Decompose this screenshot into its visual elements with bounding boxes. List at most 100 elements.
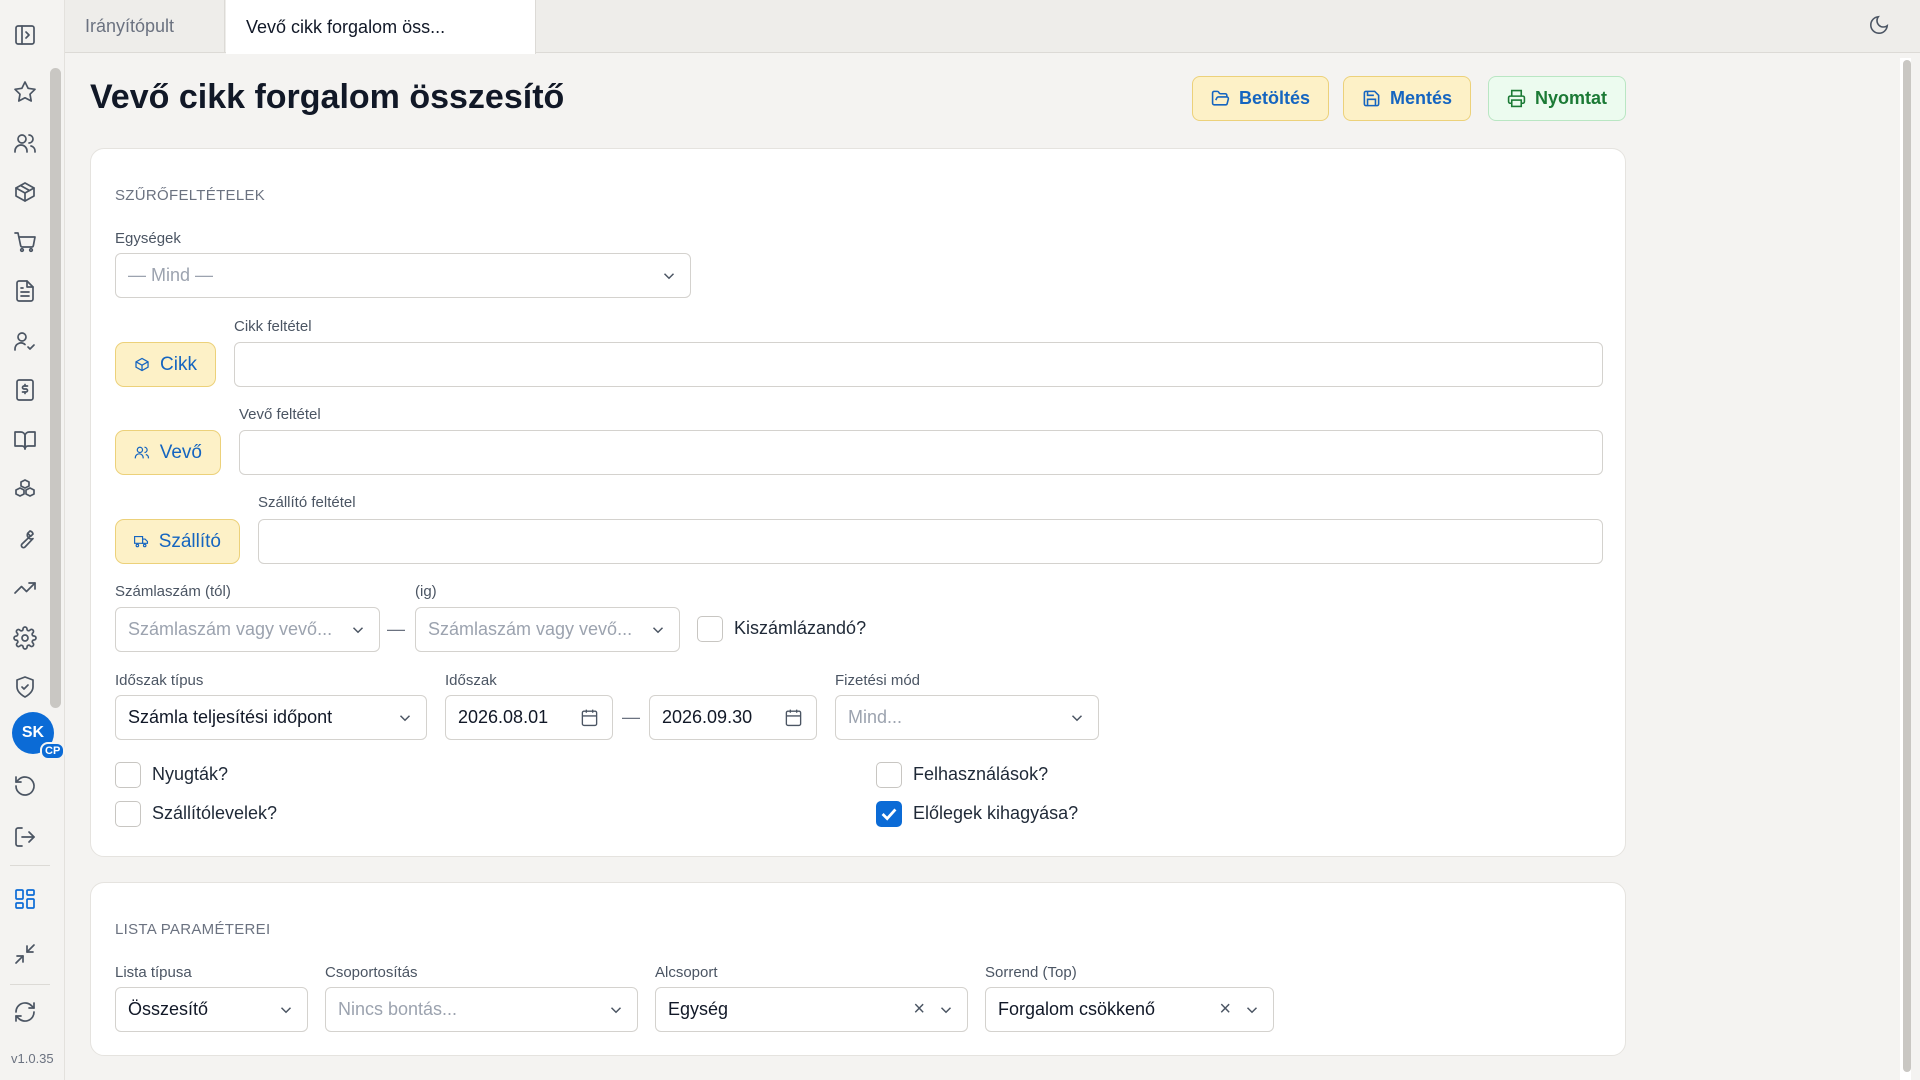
invoice-to-label: (ig) (415, 583, 437, 600)
star-icon[interactable] (12, 79, 38, 105)
filters-section-title: SZŰRŐFELTÉTELEK (115, 187, 266, 204)
range-separator: — (622, 707, 640, 727)
version-label: v1.0.35 (11, 1051, 54, 1066)
settings-icon[interactable] (12, 625, 38, 651)
order-select[interactable]: Forgalom csökkenő × (985, 987, 1274, 1032)
invoice-from-label: Számlaszám (tól) (115, 583, 231, 600)
period-type-select[interactable]: Számla teljesítési időpont (115, 695, 427, 740)
cart-icon[interactable] (12, 229, 38, 255)
receipts-checkbox[interactable] (115, 762, 141, 788)
clear-icon[interactable]: × (1219, 999, 1231, 1019)
calendar-icon[interactable] (580, 708, 600, 728)
load-button[interactable]: Betöltés (1192, 76, 1330, 121)
refresh-icon[interactable] (12, 999, 38, 1025)
chevron-down-icon (937, 1001, 955, 1019)
tab-customer-item-turnover[interactable]: Vevő cikk forgalom öss... (226, 0, 536, 54)
subgroup-select[interactable]: Egység × (655, 987, 968, 1032)
period-type-label: Időszak típus (115, 672, 204, 689)
delivery-notes-checkbox[interactable] (115, 801, 141, 827)
save-icon (1363, 90, 1380, 107)
chevron-down-icon (1068, 709, 1086, 727)
units-select[interactable]: — Mind — (115, 253, 691, 298)
chevron-down-icon (349, 621, 367, 639)
usages-checkbox[interactable] (876, 762, 902, 788)
usages-label: Felhasználások? (913, 764, 1049, 784)
period-label: Időszak (445, 672, 497, 689)
package-icon[interactable] (12, 179, 38, 205)
logout-icon[interactable] (12, 824, 38, 850)
to-invoice-checkbox[interactable] (697, 616, 723, 642)
save-button[interactable]: Mentés (1343, 76, 1472, 121)
filters-card: SZŰRŐFELTÉTELEK Egységek — Mind — Cikk C… (90, 148, 1626, 857)
sidebar-scrollbar[interactable] (50, 68, 61, 708)
chevron-down-icon (396, 709, 414, 727)
tab-bar: Irányítópult Vevő cikk forgalom öss... (65, 0, 1920, 54)
document-icon[interactable] (12, 278, 38, 304)
users-icon[interactable] (12, 130, 38, 156)
sidebar-divider (10, 865, 50, 866)
user-check-icon[interactable] (12, 328, 38, 354)
order-label: Sorrend (Top) (985, 964, 1077, 981)
truck-icon (134, 536, 149, 548)
list-params-card: LISTA PARAMÉTEREI Lista típusa Összesítő… (90, 882, 1626, 1056)
minimize-icon[interactable] (12, 941, 38, 967)
boxes-icon[interactable] (12, 476, 38, 502)
trending-up-icon[interactable] (12, 575, 38, 601)
grouping-label: Csoportosítás (325, 964, 418, 981)
chevron-down-icon (649, 621, 667, 639)
customer-button[interactable]: Vevő (115, 430, 221, 475)
sidebar-divider (10, 984, 50, 985)
page-scrollbar-thumb[interactable] (1903, 60, 1911, 1072)
invoice-icon[interactable] (12, 377, 38, 403)
skip-advances-label: Előlegek kihagyása? (913, 803, 1079, 823)
supplier-condition-label: Szállító feltétel (258, 494, 356, 511)
payment-method-label: Fizetési mód (835, 672, 921, 689)
print-button[interactable]: Nyomtat (1488, 76, 1627, 121)
avatar-badge: CP (40, 742, 66, 760)
chevron-down-icon (277, 1001, 295, 1019)
invoice-to-select[interactable]: Számlaszám vagy vevő... (415, 607, 680, 652)
book-icon[interactable] (12, 427, 38, 453)
supplier-button[interactable]: Szállító (115, 519, 240, 564)
list-type-select[interactable]: Összesítő (115, 987, 308, 1032)
sidebar-toggle-icon[interactable] (12, 22, 38, 48)
subgroup-label: Alcsoport (655, 964, 718, 981)
list-type-label: Lista típusa (115, 964, 192, 981)
delivery-notes-label: Szállítólevelek? (152, 803, 278, 823)
customer-condition-label: Vevő feltétel (239, 406, 321, 423)
item-condition-input[interactable] (234, 342, 1603, 387)
units-label: Egységek (115, 230, 181, 247)
wrench-icon[interactable] (12, 526, 38, 552)
printer-icon (1507, 89, 1526, 108)
item-condition-label: Cikk feltétel (234, 318, 312, 335)
range-separator: — (387, 619, 405, 639)
users-icon (134, 446, 150, 459)
moon-icon[interactable] (1868, 14, 1892, 38)
supplier-condition-input[interactable] (258, 519, 1603, 564)
folder-open-icon (1211, 90, 1230, 106)
item-button[interactable]: Cikk (115, 342, 216, 387)
payment-method-select[interactable]: Mind... (835, 695, 1099, 740)
period-from-input[interactable]: 2026.08.01 (445, 695, 613, 740)
grouping-select[interactable]: Nincs bontás... (325, 987, 638, 1032)
check-icon (881, 808, 897, 821)
chevron-down-icon (1243, 1001, 1261, 1019)
clear-icon[interactable]: × (913, 999, 925, 1019)
period-to-input[interactable]: 2026.09.30 (649, 695, 817, 740)
customer-condition-input[interactable] (239, 430, 1603, 475)
to-invoice-label: Kiszámlázandó? (734, 618, 867, 638)
list-params-section-title: LISTA PARAMÉTEREI (115, 921, 271, 938)
page-title: Vevő cikk forgalom összesítő (90, 78, 565, 116)
skip-advances-checkbox[interactable] (876, 801, 902, 827)
shield-check-icon[interactable] (12, 674, 38, 700)
undo-icon[interactable] (12, 773, 38, 799)
calendar-icon[interactable] (784, 708, 804, 728)
invoice-from-select[interactable]: Számlaszám vagy vevő... (115, 607, 380, 652)
sidebar: SK CP v1.0.35 (0, 0, 66, 1080)
layout-grid-icon[interactable] (12, 886, 38, 912)
package-icon (135, 357, 149, 372)
chevron-down-icon (660, 267, 678, 285)
receipts-label: Nyugták? (152, 764, 229, 784)
tab-dashboard[interactable]: Irányítópult (65, 0, 225, 53)
chevron-down-icon (607, 1001, 625, 1019)
